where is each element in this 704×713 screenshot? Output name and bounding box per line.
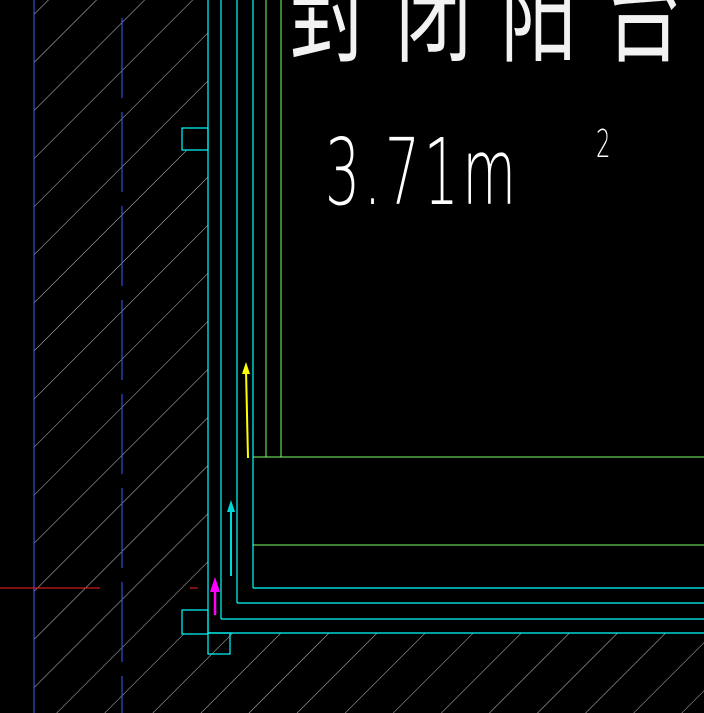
- wall-hatch-left: [34, 0, 208, 713]
- cyan-arrow-icon: [227, 500, 235, 576]
- wall-outline: [181, 0, 704, 655]
- yellow-arrow-icon: [242, 362, 250, 459]
- wall-hatch-bottom: [208, 633, 704, 713]
- floor-plan: [0, 0, 704, 713]
- cad-drawing-canvas[interactable]: 封闭阳台 3.71m 2: [0, 0, 704, 713]
- area-value: 3.71m: [325, 119, 520, 226]
- area-superscript: 2: [596, 122, 611, 166]
- room-title: 封闭阳台: [290, 0, 704, 79]
- inner-outline: [253, 0, 704, 546]
- magenta-arrow-icon: [210, 577, 220, 615]
